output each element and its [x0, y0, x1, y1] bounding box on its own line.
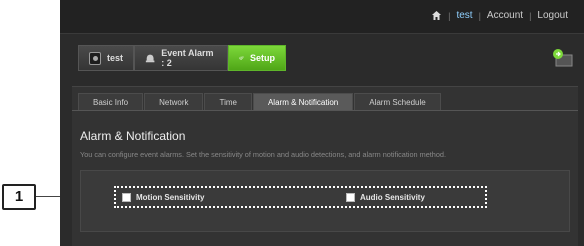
- camera-icon: [89, 51, 101, 65]
- tab-setup[interactable]: Setup: [228, 45, 286, 71]
- motion-sensitivity-label: Motion Sensitivity: [136, 193, 205, 202]
- tab-event-alarm[interactable]: Event Alarm : 2: [134, 45, 228, 71]
- tab-label: Event Alarm : 2: [161, 48, 214, 68]
- tab-alarm-notification[interactable]: Alarm & Notification: [252, 93, 354, 110]
- top-bar: | test | Account | Logout: [60, 0, 584, 34]
- logout-link[interactable]: Logout: [537, 10, 568, 21]
- exit-live-icon[interactable]: [552, 48, 574, 68]
- tab-label: test: [106, 53, 123, 63]
- nav-separator: |: [478, 10, 481, 21]
- motion-sensitivity-option[interactable]: Motion Sensitivity: [122, 193, 204, 202]
- nav-separator: |: [529, 10, 532, 21]
- alarm-bell-icon: [145, 54, 155, 63]
- audio-sensitivity-option[interactable]: Audio Sensitivity: [346, 193, 425, 202]
- tab-alarm-schedule[interactable]: Alarm Schedule: [354, 93, 441, 110]
- gear-icon: [239, 56, 244, 60]
- page: 1 | test | Account | Logout test Event A…: [0, 0, 584, 246]
- nav-separator: |: [448, 10, 451, 21]
- app-window: | test | Account | Logout test Event Ala…: [60, 0, 584, 246]
- top-navigation: | test | Account | Logout: [431, 10, 568, 21]
- audio-sensitivity-label: Audio Sensitivity: [360, 193, 425, 202]
- audio-sensitivity-checkbox[interactable]: [346, 193, 355, 202]
- section-description: You can configure event alarms. Set the …: [80, 150, 447, 159]
- tab-label: Setup: [249, 53, 275, 63]
- tab-network[interactable]: Network: [144, 93, 204, 110]
- tab-basic-info[interactable]: Basic Info: [78, 93, 144, 110]
- account-link[interactable]: Account: [487, 10, 523, 21]
- section-title: Alarm & Notification: [80, 129, 186, 143]
- subtabs-divider: [72, 110, 578, 111]
- mode-tabs: test Event Alarm : 2 Setup: [78, 45, 286, 71]
- motion-sensitivity-checkbox[interactable]: [122, 193, 131, 202]
- tab-camera-test[interactable]: test: [78, 45, 134, 71]
- tab-time[interactable]: Time: [204, 93, 252, 110]
- home-icon[interactable]: [431, 10, 442, 21]
- callout-number: 1: [2, 184, 36, 210]
- nav-user-link[interactable]: test: [456, 10, 472, 21]
- setup-subtabs: Basic Info Network Time Alarm & Notifica…: [78, 93, 442, 110]
